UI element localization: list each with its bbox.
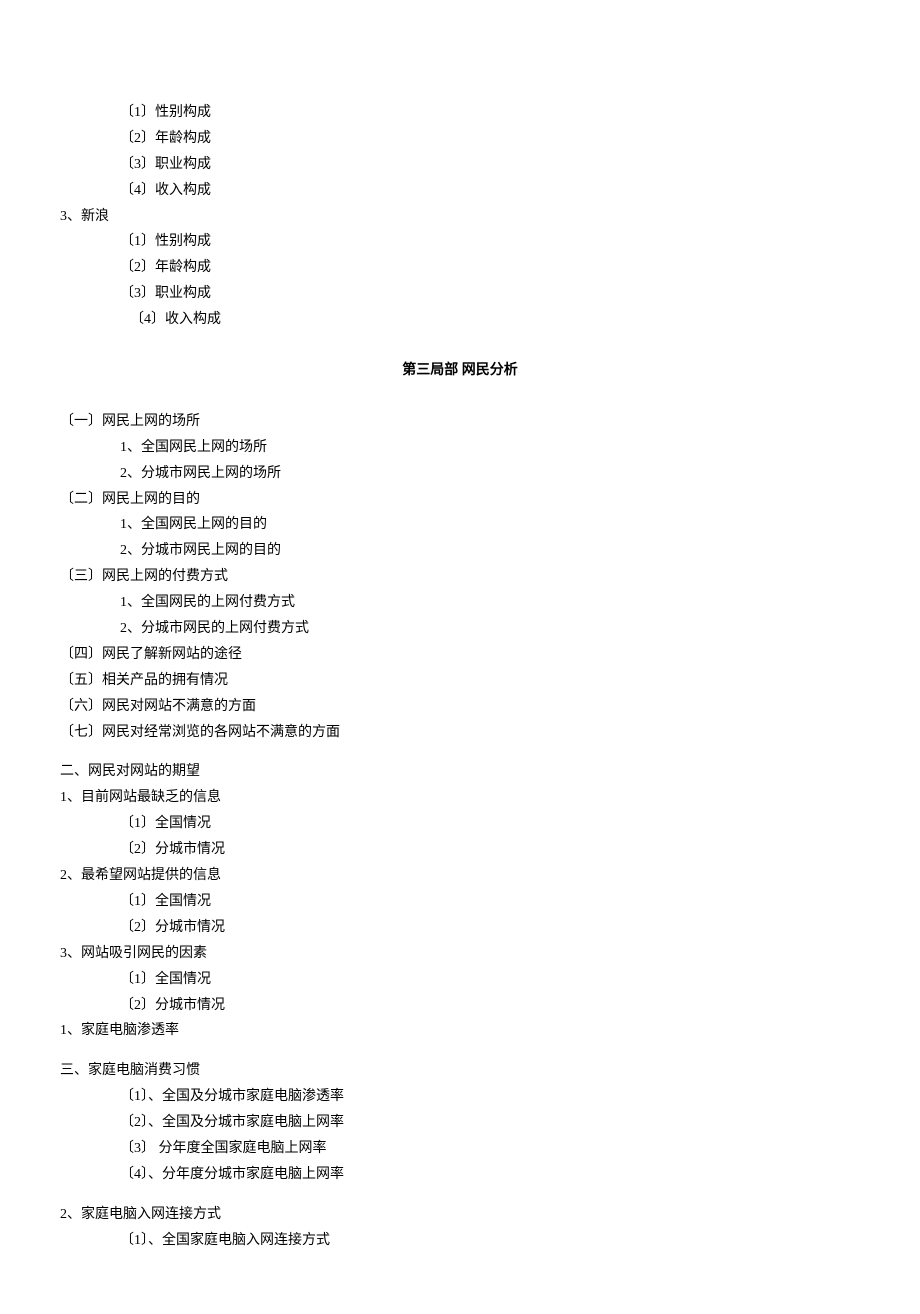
list-item: 2、分城市网民的上网付费方式 (30, 616, 890, 642)
list-item: 〔1〕全国情况 (30, 967, 890, 993)
outline-heading: 〔七〕网民对经常浏览的各网站不满意的方面 (30, 720, 890, 746)
list-item: 〔2〕、全国及分城市家庭电脑上网率 (30, 1110, 890, 1136)
list-item: 〔3〕职业构成 (30, 281, 890, 307)
list-item: 〔1〕性别构成 (30, 100, 890, 126)
section-title: 第三局部 网民分析 (30, 358, 890, 384)
list-item: 〔1〕、全国及分城市家庭电脑渗透率 (30, 1084, 890, 1110)
list-item: 〔3〕职业构成 (30, 152, 890, 178)
list-item: 〔1〕性别构成 (30, 229, 890, 255)
list-item: 〔1〕、全国家庭电脑入网连接方式 (30, 1228, 890, 1254)
outline-heading: 〔六〕网民对网站不满意的方面 (30, 694, 890, 720)
list-item: 〔1〕全国情况 (30, 889, 890, 915)
list-item: 〔2〕分城市情况 (30, 993, 890, 1019)
outline-item: 3、新浪 (30, 204, 890, 230)
list-item: 〔4〕收入构成 (30, 307, 890, 333)
outline-item: 3、网站吸引网民的因素 (30, 941, 890, 967)
outline-heading: 〔三〕网民上网的付费方式 (30, 564, 890, 590)
list-item: 〔1〕全国情况 (30, 811, 890, 837)
list-item: 〔3〕 分年度全国家庭电脑上网率 (30, 1136, 890, 1162)
list-item: 2、分城市网民上网的场所 (30, 461, 890, 487)
outline-heading: 三、家庭电脑消费习惯 (30, 1058, 890, 1084)
list-item: 1、全国网民的上网付费方式 (30, 590, 890, 616)
outline-heading: 〔二〕网民上网的目的 (30, 487, 890, 513)
list-item: 〔2〕年龄构成 (30, 255, 890, 281)
outline-heading: 〔五〕相关产品的拥有情况 (30, 668, 890, 694)
list-item: 〔2〕年龄构成 (30, 126, 890, 152)
list-item: 1、全国网民上网的目的 (30, 512, 890, 538)
outline-item: 1、目前网站最缺乏的信息 (30, 785, 890, 811)
outline-item: 1、家庭电脑渗透率 (30, 1018, 890, 1044)
outline-heading: 〔一〕网民上网的场所 (30, 409, 890, 435)
list-item: 〔4〕收入构成 (30, 178, 890, 204)
outline-heading: 〔四〕网民了解新网站的途径 (30, 642, 890, 668)
outline-item: 2、最希望网站提供的信息 (30, 863, 890, 889)
list-item: 〔2〕分城市情况 (30, 837, 890, 863)
list-item: 2、分城市网民上网的目的 (30, 538, 890, 564)
outline-heading: 二、网民对网站的期望 (30, 759, 890, 785)
list-item: 〔4〕、分年度分城市家庭电脑上网率 (30, 1162, 890, 1188)
list-item: 〔2〕分城市情况 (30, 915, 890, 941)
list-item: 1、全国网民上网的场所 (30, 435, 890, 461)
outline-item: 2、家庭电脑入网连接方式 (30, 1202, 890, 1228)
